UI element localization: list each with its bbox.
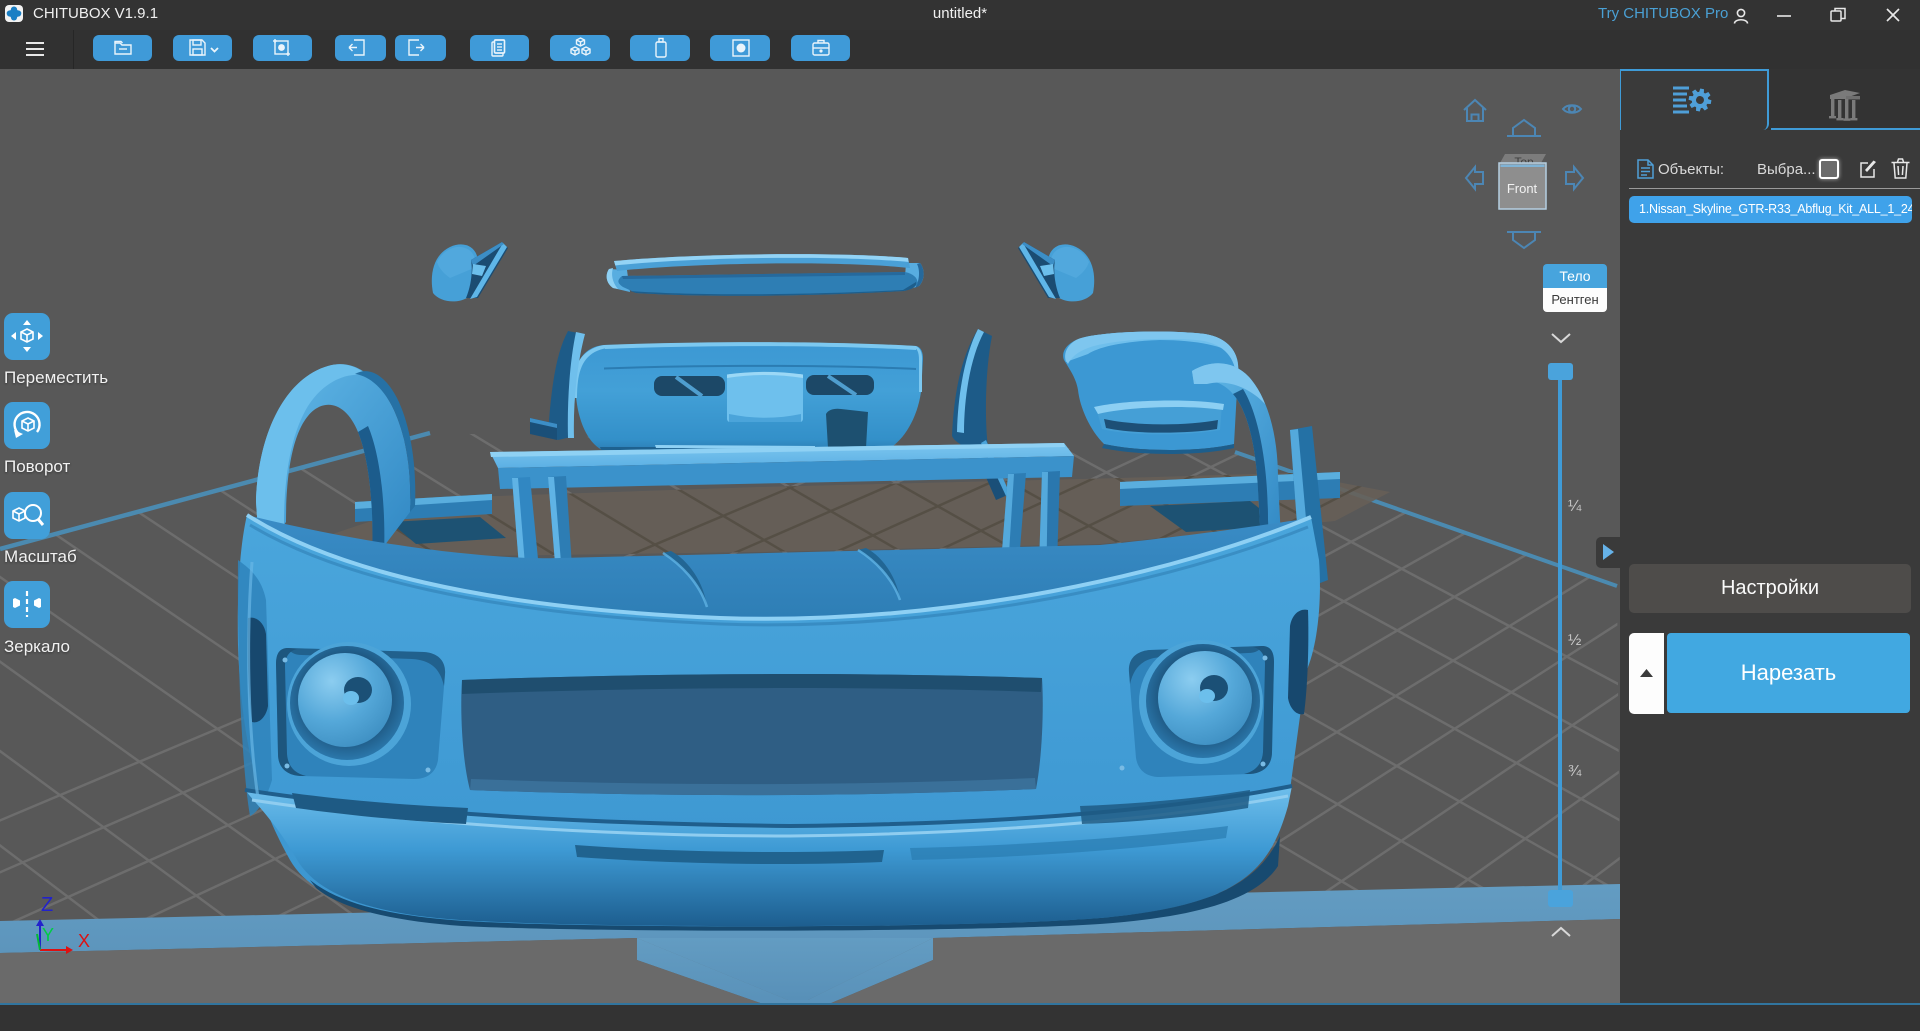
svg-text:Front: Front xyxy=(1507,181,1538,196)
svg-text:Y: Y xyxy=(42,925,54,945)
svg-text:Z: Z xyxy=(41,894,53,916)
svg-text:X: X xyxy=(78,931,90,951)
